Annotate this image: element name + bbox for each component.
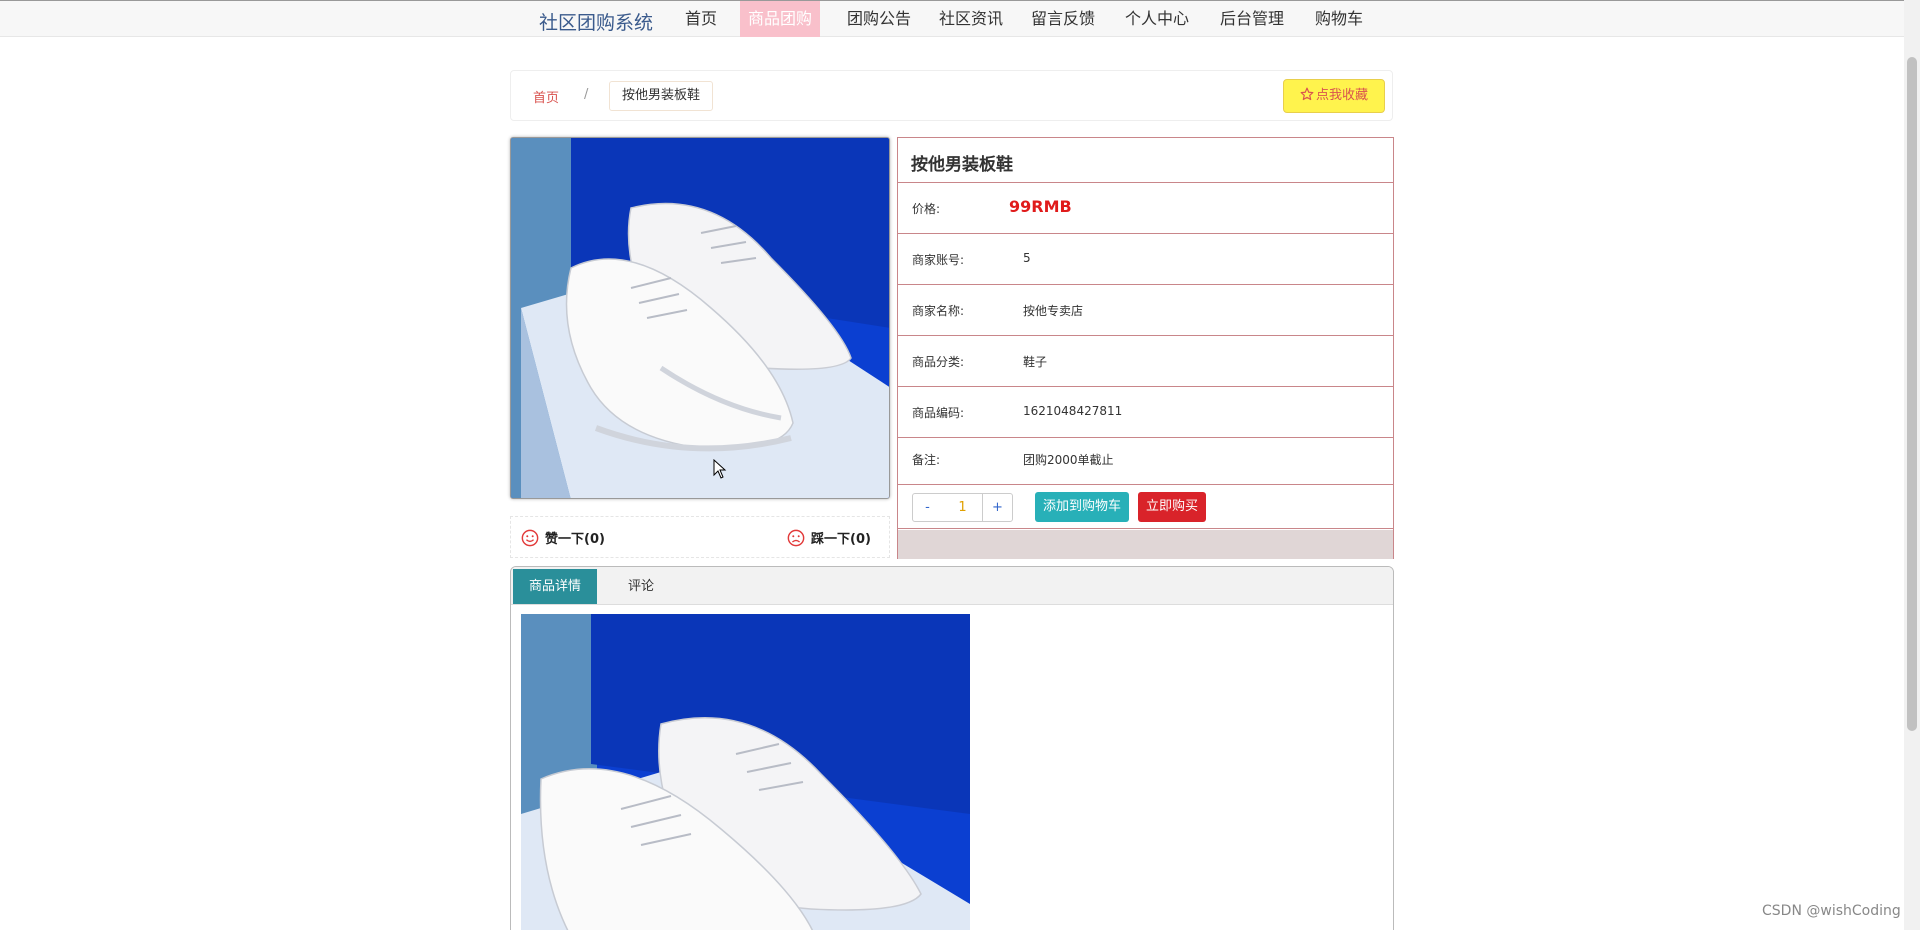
price-value: 99RMB — [1009, 197, 1072, 216]
price-label: 价格: — [912, 202, 941, 216]
quantity-input[interactable]: 1 — [942, 493, 983, 522]
info-row-category: 商品分类: 鞋子 — [898, 336, 1393, 387]
purchase-row: - 1 + 添加到购物车 立即购买 — [898, 485, 1393, 529]
info-row-product-code: 商品编码: 1621048427811 — [898, 387, 1393, 438]
product-detail-image — [521, 614, 970, 930]
quantity-decrease-button[interactable]: - — [912, 493, 943, 522]
nav-home[interactable]: 首页 — [677, 1, 725, 37]
tab-product-details[interactable]: 商品详情 — [513, 569, 598, 604]
favorite-button[interactable]: 点我收藏 — [1283, 79, 1385, 113]
info-value: 1621048427811 — [1023, 404, 1123, 418]
nav-feedback[interactable]: 留言反馈 — [1023, 1, 1103, 37]
info-label: 商家账号: — [912, 253, 965, 267]
nav-admin[interactable]: 后台管理 — [1212, 1, 1292, 37]
info-label: 商品分类: — [912, 355, 965, 369]
nav-group-buy[interactable]: 商品团购 — [740, 1, 821, 37]
info-table-footer — [898, 530, 1393, 559]
breadcrumb: 首页 / 按他男装板鞋 点我收藏 — [510, 70, 1393, 121]
like-button[interactable]: 赞一下(0) — [521, 528, 605, 547]
top-navbar: 社区团购系统 首页 商品团购 团购公告 社区资讯 留言反馈 个人中心 后台管理 … — [0, 0, 1904, 37]
info-value: 按他专卖店 — [1023, 304, 1084, 318]
product-title: 按他男装板鞋 — [898, 138, 1393, 183]
price-row: 价格: 99RMB — [898, 183, 1393, 234]
info-label: 商家名称: — [912, 304, 965, 318]
dislike-label: 踩一下(0) — [811, 532, 871, 547]
like-label: 赞一下(0) — [545, 532, 605, 547]
smile-icon — [521, 529, 539, 547]
info-value: 鞋子 — [1023, 355, 1048, 369]
info-row-merchant-name: 商家名称: 按他专卖店 — [898, 285, 1393, 336]
info-row-remarks: 备注: 团购2000单截止 — [898, 434, 1393, 485]
product-image — [510, 137, 890, 499]
nav-announcements[interactable]: 团购公告 — [839, 1, 919, 37]
product-tabs-panel: 商品详情 评论 — [510, 566, 1394, 930]
product-info-table: 按他男装板鞋 价格: 99RMB 商家账号: 5 商家名称: 按他专卖店 商品分… — [897, 137, 1394, 559]
info-value: 5 — [1023, 251, 1031, 265]
tab-header: 商品详情 评论 — [511, 567, 1393, 605]
vote-bar: 赞一下(0) 踩一下(0) — [510, 516, 890, 558]
breadcrumb-home-link[interactable]: 首页 — [533, 87, 559, 106]
quantity-increase-button[interactable]: + — [982, 493, 1013, 522]
info-value: 团购2000单截止 — [1023, 453, 1114, 467]
tab-comments[interactable]: 评论 — [612, 569, 670, 604]
buy-now-button[interactable]: 立即购买 — [1138, 492, 1206, 522]
page-scrollbar[interactable] — [1904, 0, 1920, 930]
add-to-cart-button[interactable]: 添加到购物车 — [1035, 492, 1129, 522]
info-row-merchant-account: 商家账号: 5 — [898, 234, 1393, 285]
nav-cart[interactable]: 购物车 — [1307, 1, 1371, 37]
dislike-button[interactable]: 踩一下(0) — [787, 528, 871, 547]
frown-icon — [787, 529, 805, 547]
breadcrumb-current: 按他男装板鞋 — [609, 81, 714, 111]
info-label: 备注: — [912, 453, 941, 467]
nav-community-news[interactable]: 社区资讯 — [931, 1, 1011, 37]
scrollbar-thumb[interactable] — [1907, 57, 1917, 731]
brand-logo[interactable]: 社区团购系统 — [539, 8, 653, 35]
info-label: 商品编码: — [912, 406, 965, 420]
breadcrumb-separator: / — [584, 87, 589, 102]
favorite-button-label: 点我收藏 — [1315, 88, 1368, 103]
watermark: CSDN @wishCoding — [1762, 903, 1901, 919]
mouse-cursor-icon — [713, 459, 727, 479]
star-icon — [1300, 87, 1314, 101]
nav-user-center[interactable]: 个人中心 — [1117, 1, 1197, 37]
